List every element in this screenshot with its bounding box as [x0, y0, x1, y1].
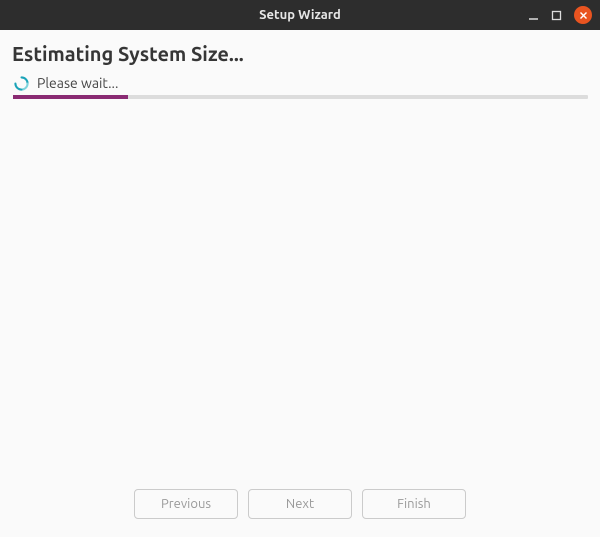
content-area: Estimating System Size... Please wait... [0, 30, 600, 99]
window-controls [528, 0, 592, 30]
progress-bar [13, 95, 588, 99]
status-text: Please wait... [37, 75, 118, 91]
previous-button[interactable]: Previous [134, 489, 238, 519]
close-icon[interactable] [574, 6, 592, 24]
spinner-icon [14, 76, 29, 91]
status-row: Please wait... [14, 75, 588, 91]
finish-button[interactable]: Finish [362, 489, 466, 519]
next-button[interactable]: Next [248, 489, 352, 519]
window-title: Setup Wizard [259, 8, 341, 22]
page-title: Estimating System Size... [12, 42, 588, 65]
minimize-icon[interactable] [528, 10, 539, 21]
maximize-icon[interactable] [551, 10, 562, 21]
progress-fill [13, 95, 128, 99]
button-row: Previous Next Finish [0, 489, 600, 519]
titlebar: Setup Wizard [0, 0, 600, 30]
